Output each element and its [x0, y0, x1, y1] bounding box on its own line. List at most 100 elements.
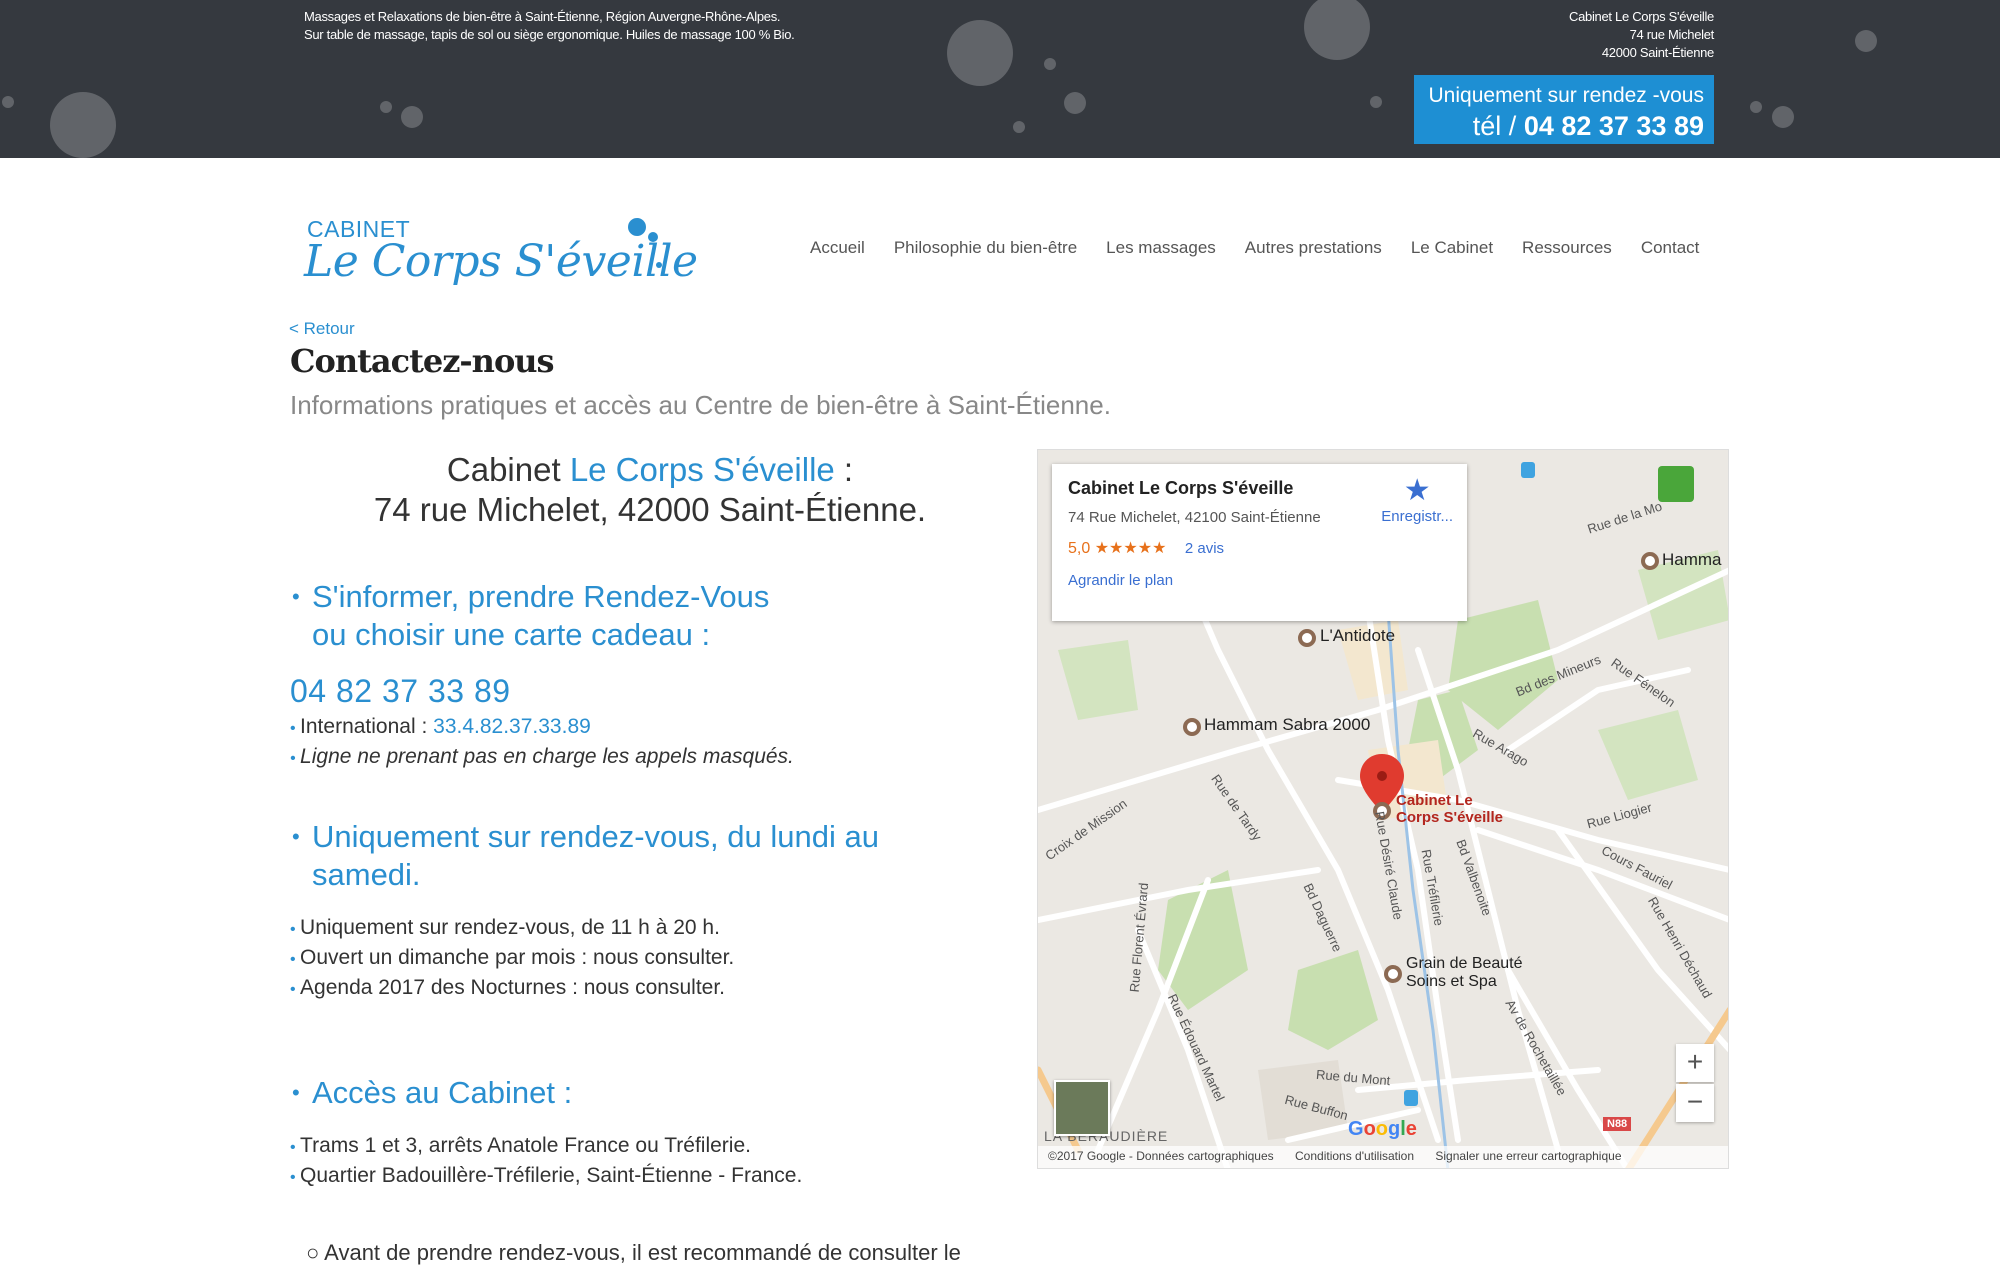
decor-bubble [1044, 58, 1056, 70]
map-poi-antidote[interactable]: L'Antidote [1320, 626, 1395, 646]
decor-bubble [947, 20, 1013, 86]
decor-bubble [1304, 0, 1370, 60]
section2-line-1: Uniquement sur rendez-vous, du lundi au [312, 819, 879, 854]
google-logo: Google [1348, 1118, 1417, 1140]
top-address-line-3: 42000 Saint-Étienne [1601, 45, 1714, 60]
decor-bubble [50, 92, 116, 158]
map-terms-link[interactable]: Conditions d'utilisation [1295, 1149, 1414, 1163]
nav-ressources[interactable]: Ressources [1522, 238, 1612, 258]
site-logo[interactable]: CABINET Le Corps S'éveille [304, 210, 698, 310]
map-card-rating: 5,0 ★★★★★ 2 avis [1068, 538, 1451, 558]
section-heading-hours: • Uniquement sur rendez-vous, du lundi a… [292, 818, 879, 894]
phone-prefix: tél / [1472, 111, 1517, 141]
contact-phone[interactable]: 04 82 37 33 89 [290, 673, 511, 710]
zoom-out-button[interactable]: − [1676, 1084, 1714, 1122]
tagline-line-1: Massages et Relaxations de bien-être à S… [304, 9, 781, 24]
map-cabinet-line-1: Cabinet Le [1396, 792, 1473, 809]
map-grain-line-2: Soins et Spa [1406, 973, 1497, 990]
address-block: Cabinet Le Corps S'éveille : 74 rue Mich… [290, 450, 1010, 530]
access-item: Trams 1 et 3, arrêts Anatole France ou T… [290, 1132, 802, 1162]
international-number[interactable]: 33.4.82.37.33.89 [433, 715, 591, 738]
reviews-link[interactable]: 2 avis [1185, 540, 1224, 557]
address-line-1: Cabinet Le Corps S'éveille : [290, 450, 1010, 490]
section2-line-2: samedi. [312, 857, 421, 892]
address-suffix: : [843, 451, 854, 488]
logo-dot [628, 218, 646, 236]
top-address-line-1: Cabinet Le Corps S'éveille [1569, 9, 1714, 24]
nav-autres-prestations[interactable]: Autres prestations [1245, 238, 1382, 258]
enlarge-map-link[interactable]: Agrandir le plan [1068, 572, 1451, 589]
decor-bubble [1855, 30, 1877, 52]
page-title: Contactez-nous [290, 342, 555, 380]
section-heading-info: • S'informer, prendre Rendez-Vous ou cho… [292, 578, 769, 654]
hours-item: Agenda 2017 des Nocturnes : nous consult… [290, 974, 734, 1004]
bullet-dot: • [292, 584, 300, 609]
decor-bubble [1772, 106, 1794, 128]
nav-philosophie[interactable]: Philosophie du bien-être [894, 238, 1077, 258]
hours-item: Uniquement sur rendez-vous, de 11 h à 20… [290, 914, 734, 944]
appointment-label: Uniquement sur rendez -vous [1428, 84, 1704, 107]
tagline-line-2: Sur table de massage, tapis de sol ou si… [304, 27, 795, 42]
section3-text: Accès au Cabinet : [312, 1075, 573, 1110]
top-tagline: Massages et Relaxations de bien-être à S… [304, 8, 795, 44]
access-item: Quartier Badouillère-Tréfilerie, Saint-É… [290, 1162, 802, 1192]
nav-accueil[interactable]: Accueil [810, 238, 865, 258]
masked-call-note: Ligne ne prenant pas en charge les appel… [290, 743, 794, 773]
hours-list: Uniquement sur rendez-vous, de 11 h à 20… [290, 914, 734, 1004]
section1-line-2: ou choisir une carte cadeau : [312, 617, 711, 652]
map-copyright: ©2017 Google - Données cartographiques [1048, 1149, 1274, 1163]
star-icon: ★ [1403, 474, 1431, 507]
nav-massages[interactable]: Les massages [1106, 238, 1216, 258]
logo-dot [648, 232, 658, 242]
section-heading-access: • Accès au Cabinet : [292, 1074, 572, 1112]
page-subtitle: Informations pratiques et accès au Centr… [290, 390, 1111, 420]
satellite-toggle[interactable] [1054, 1080, 1110, 1136]
map-cabinet-line-2: Corps S'éveille [1396, 809, 1503, 826]
map-poi-cabinet[interactable]: Cabinet Le Corps S'éveille [1396, 792, 1503, 826]
top-address-line-2: 74 rue Michelet [1629, 27, 1715, 42]
decor-bubble [1750, 101, 1762, 113]
bullet-dot: • [292, 824, 300, 849]
appointment-phone[interactable]: tél / 04 82 37 33 89 [1414, 109, 1704, 143]
save-label: Enregistr... [1381, 508, 1453, 525]
decor-bubble [2, 96, 14, 108]
road-badge: N88 [1603, 1117, 1632, 1131]
nav-le-cabinet[interactable]: Le Cabinet [1411, 238, 1493, 258]
map-poi-hammam[interactable]: Hamma [1662, 550, 1722, 570]
decor-bubble [401, 106, 423, 128]
nav-contact[interactable]: Contact [1641, 238, 1700, 258]
decor-bubble [1064, 92, 1086, 114]
phone-details: International : 33.4.82.37.33.89 Ligne n… [290, 713, 794, 773]
decor-bubble [1013, 121, 1025, 133]
international-item: International : 33.4.82.37.33.89 [290, 713, 794, 743]
hours-item: Ouvert un dimanche par mois : nous consu… [290, 944, 734, 974]
top-bar: Massages et Relaxations de bien-être à S… [0, 0, 2000, 158]
save-place-button[interactable]: ★ Enregistr... [1381, 474, 1453, 525]
section1-line-1: S'informer, prendre Rendez-Vous [312, 579, 770, 614]
map-place-card: Cabinet Le Corps S'éveille 74 Rue Michel… [1052, 464, 1467, 621]
logo-name-text: Le Corps S'éveille [304, 236, 698, 287]
appointment-phone-box[interactable]: Uniquement sur rendez -vous tél / 04 82 … [1414, 75, 1714, 144]
map-grain-line-1: Grain de Beauté [1406, 955, 1523, 972]
address-line-2: 74 rue Michelet, 42000 Saint-Étienne. [373, 491, 927, 528]
international-label: International : [300, 715, 428, 738]
access-list: Trams 1 et 3, arrêts Anatole France ou T… [290, 1132, 802, 1192]
rating-stars: 5,0 ★★★★★ [1068, 540, 1167, 557]
bullet-dot: • [292, 1080, 300, 1105]
logo-dot [656, 262, 662, 268]
address-name: Le Corps S'éveille [569, 451, 835, 488]
map-poi-grain-de-beaute[interactable]: Grain de Beauté Soins et Spa [1406, 955, 1523, 991]
map-footer: ©2017 Google - Données cartographiques C… [1038, 1146, 1728, 1168]
decor-bubble [380, 101, 392, 113]
zoom-in-button[interactable]: + [1676, 1044, 1714, 1082]
decor-bubble [1370, 96, 1382, 108]
address-prefix: Cabinet [446, 451, 561, 488]
main-nav: Accueil Philosophie du bien-être Les mas… [810, 238, 1699, 258]
map-poi-hammam-sabra[interactable]: Hammam Sabra 2000 [1204, 715, 1370, 735]
phone-number[interactable]: 04 82 37 33 89 [1524, 111, 1704, 141]
google-map[interactable]: Cabinet Le Corps S'éveille 74 Rue Michel… [1037, 449, 1729, 1169]
back-link[interactable]: < Retour [289, 319, 355, 339]
map-report-link[interactable]: Signaler une erreur cartographique [1435, 1149, 1621, 1163]
recommendation-line: ○ Avant de prendre rendez-vous, il est r… [306, 1240, 961, 1265]
top-address: Cabinet Le Corps S'éveille 74 rue Michel… [1569, 8, 1714, 62]
